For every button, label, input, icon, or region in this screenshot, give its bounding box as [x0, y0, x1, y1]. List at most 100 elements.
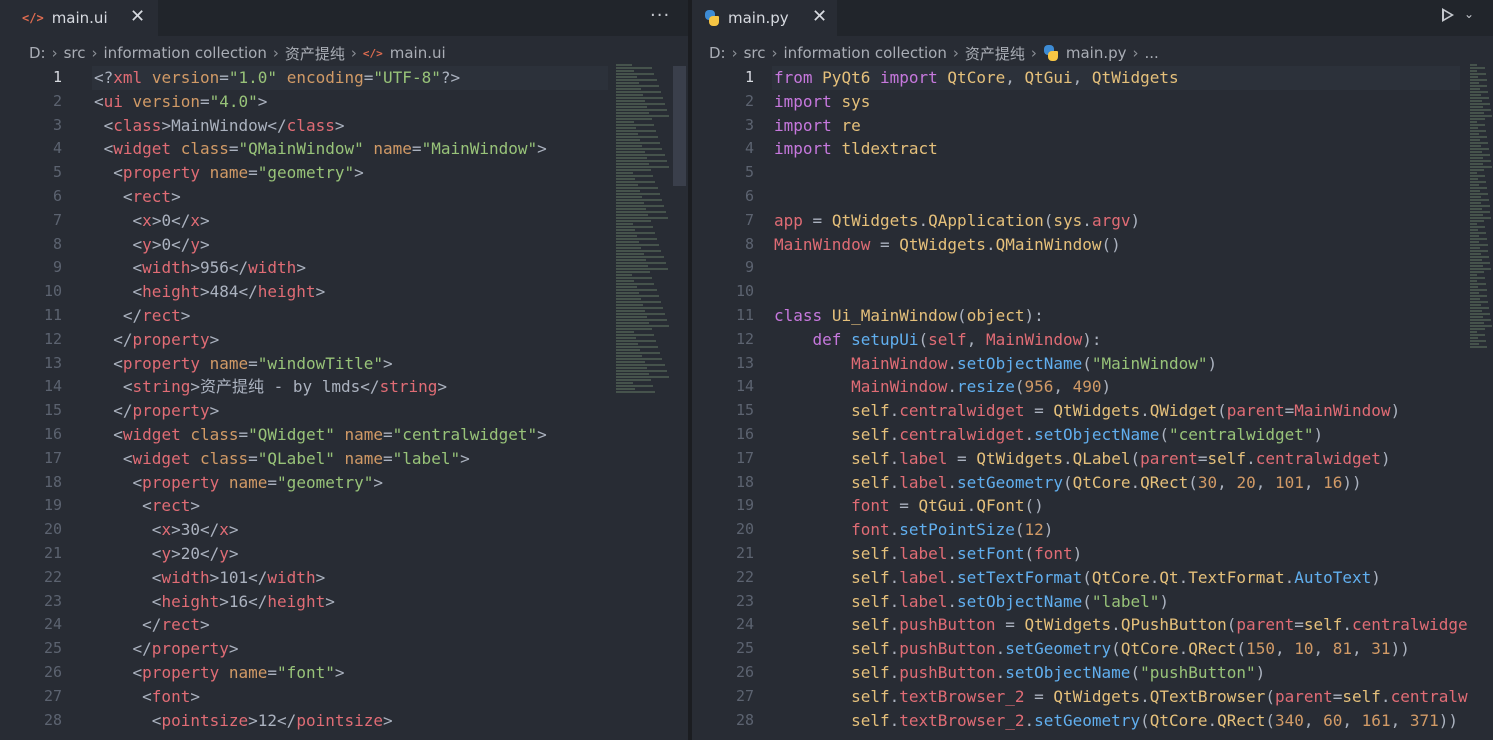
code-line[interactable]: 15 self.centralwidget = QtWidgets.QWidge… — [692, 399, 1493, 423]
code-line[interactable]: 12 def setupUi(self, MainWindow): — [692, 328, 1493, 352]
scrollbar-thumb-left[interactable] — [673, 66, 686, 186]
code-line[interactable]: 3 <class>MainWindow</class> — [0, 114, 688, 138]
code-line[interactable]: 14 <string>资产提纯 - by lmds</string> — [0, 375, 688, 399]
code-line[interactable]: 24 self.pushButton = QtWidgets.QPushButt… — [692, 613, 1493, 637]
breadcrumb-drive[interactable]: D: — [709, 44, 726, 62]
code-line[interactable]: 14 MainWindow.resize(956, 490) — [692, 375, 1493, 399]
tab-main-ui[interactable]: </> main.ui ✕ — [0, 0, 158, 36]
tab-main-py[interactable]: main.py ✕ — [692, 0, 837, 36]
code-line[interactable]: 9 — [692, 256, 1493, 280]
more-actions-icon[interactable]: ··· — [650, 5, 670, 26]
minimap-line — [1470, 97, 1490, 99]
code-line[interactable]: 28 self.textBrowser_2.setGeometry(QtCore… — [692, 709, 1493, 733]
breadcrumb-src[interactable]: src — [64, 44, 86, 62]
breadcrumb-file[interactable]: </> main.ui — [363, 44, 446, 62]
code-line[interactable]: 1 from PyQt6 import QtCore, QtGui, QtWidg… — [692, 66, 1493, 90]
code-token: class — [286, 115, 335, 135]
code-line[interactable]: 2 <ui version="4.0"> — [0, 90, 688, 114]
chevron-down-icon[interactable]: ⌄ — [1464, 7, 1474, 21]
code-line[interactable]: 9 <width>956</width> — [0, 256, 688, 280]
code-line[interactable]: 18 <property name="geometry"> — [0, 471, 688, 495]
code-line[interactable]: 18 self.label.setGeometry(QtCore.QRect(3… — [692, 471, 1493, 495]
code-line[interactable]: 7 <x>0</x> — [0, 209, 688, 233]
code-line[interactable]: 4 import tldextract — [692, 137, 1493, 161]
code-line[interactable]: 28 <pointsize>12</pointsize> — [0, 709, 688, 733]
code-editor-right[interactable]: 1 from PyQt6 import QtCore, QtGui, QtWidg… — [692, 66, 1493, 740]
code-token: < — [94, 258, 143, 278]
code-line[interactable]: 13 MainWindow.setObjectName("MainWindow"… — [692, 352, 1493, 376]
code-line[interactable]: 15 </property> — [0, 399, 688, 423]
code-line[interactable]: 16 <widget class="QWidget" name="central… — [0, 423, 688, 447]
code-token: 150 — [1246, 639, 1275, 659]
code-line[interactable]: 17 self.label = QtWidgets.QLabel(parent=… — [692, 447, 1493, 471]
breadcrumb-subfolder[interactable]: 资产提纯 — [965, 43, 1025, 64]
breadcrumb-drive[interactable]: D: — [29, 44, 46, 62]
code-line[interactable]: 11 class Ui_MainWindow(object): — [692, 304, 1493, 328]
code-line[interactable]: 19 font = QtGui.QFont() — [692, 494, 1493, 518]
code-token: ): — [1082, 329, 1102, 349]
breadcrumb-subfolder[interactable]: 资产提纯 — [285, 43, 345, 64]
breadcrumb-folder[interactable]: information collection — [104, 44, 267, 62]
close-icon[interactable]: ✕ — [130, 6, 145, 27]
code-line[interactable]: 2 import sys — [692, 90, 1493, 114]
close-icon[interactable]: ✕ — [812, 6, 827, 27]
code-line[interactable]: 16 self.centralwidget.setObjectName("cen… — [692, 423, 1493, 447]
code-line[interactable]: 10 — [692, 280, 1493, 304]
code-editor-left[interactable]: 1 <?xml version="1.0" encoding="UTF-8"?> 2… — [0, 66, 688, 740]
code-line[interactable]: 21 <y>20</y> — [0, 542, 688, 566]
code-line[interactable]: 5 — [692, 161, 1493, 185]
code-line[interactable]: 27 self.textBrowser_2 = QtWidgets.QTextB… — [692, 685, 1493, 709]
code-line[interactable]: 1 <?xml version="1.0" encoding="UTF-8"?> — [0, 66, 688, 90]
code-token: = — [248, 448, 258, 468]
code-line[interactable]: 8 <y>0</y> — [0, 233, 688, 257]
code-line[interactable]: 17 <widget class="QLabel" name="label"> — [0, 447, 688, 471]
code-token: centralwidget — [899, 425, 1025, 444]
minimap-right[interactable] — [1470, 64, 1492, 354]
code-text: <ui version="4.0"> — [94, 90, 267, 114]
code-line[interactable]: 10 <height>484</height> — [0, 280, 688, 304]
run-icon[interactable] — [1442, 8, 1454, 22]
code-line[interactable]: 7 app = QtWidgets.QApplication(sys.argv) — [692, 209, 1493, 233]
code-line[interactable]: 24 </rect> — [0, 613, 688, 637]
code-line[interactable]: 21 self.label.setFont(font) — [692, 542, 1493, 566]
code-line[interactable]: 20 font.setPointSize(12) — [692, 518, 1493, 542]
code-line[interactable]: 26 <property name="font"> — [0, 661, 688, 685]
code-line[interactable]: 11 </rect> — [0, 304, 688, 328]
code-token: = — [228, 139, 239, 159]
minimap-left[interactable] — [616, 64, 670, 404]
code-line[interactable]: 19 <rect> — [0, 494, 688, 518]
code-line[interactable]: 12 </property> — [0, 328, 688, 352]
code-line[interactable]: 6 <rect> — [0, 185, 688, 209]
code-line[interactable]: 8 MainWindow = QtWidgets.QMainWindow() — [692, 233, 1493, 257]
code-text: <width>956</width> — [94, 256, 306, 280]
breadcrumb-file[interactable]: main.py — [1043, 44, 1127, 62]
line-number: 18 — [735, 472, 754, 491]
breadcrumb-folder[interactable]: information collection — [784, 44, 947, 62]
code-line[interactable]: 27 <font> — [0, 685, 688, 709]
code-line[interactable]: 13 <property name="windowTitle"> — [0, 352, 688, 376]
code-line[interactable]: 6 — [692, 185, 1493, 209]
code-line[interactable]: 20 <x>30</x> — [0, 518, 688, 542]
code-line[interactable]: 3 import re — [692, 114, 1493, 138]
code-token: "1.0" — [228, 68, 278, 87]
minimap-line — [616, 235, 638, 237]
code-token: > — [190, 686, 200, 706]
code-line[interactable]: 5 <property name="geometry"> — [0, 161, 688, 185]
code-token: name — [344, 425, 384, 444]
code-line[interactable]: 25 </property> — [0, 637, 688, 661]
code-line[interactable]: 22 <width>101</width> — [0, 566, 688, 590]
code-line[interactable]: 25 self.pushButton.setGeometry(QtCore.QR… — [692, 637, 1493, 661]
code-line[interactable]: 26 self.pushButton.setObjectName("pushBu… — [692, 661, 1493, 685]
code-token: label — [899, 472, 948, 492]
minimap-line — [1470, 190, 1480, 192]
code-token: < — [94, 163, 123, 183]
code-line[interactable]: 4 <widget class="QMainWindow" name="Main… — [0, 137, 688, 161]
code-line[interactable]: 22 self.label.setTextFormat(QtCore.Qt.Te… — [692, 566, 1493, 590]
code-line[interactable]: 23 self.label.setObjectName("label") — [692, 590, 1493, 614]
breadcrumb-symbols[interactable]: ... — [1145, 44, 1159, 62]
code-token: "pushButton" — [1140, 663, 1256, 682]
breadcrumb-src[interactable]: src — [744, 44, 766, 62]
code-line[interactable]: 23 <height>16</height> — [0, 590, 688, 614]
code-token: ui — [103, 91, 123, 111]
code-token: self — [851, 425, 890, 444]
